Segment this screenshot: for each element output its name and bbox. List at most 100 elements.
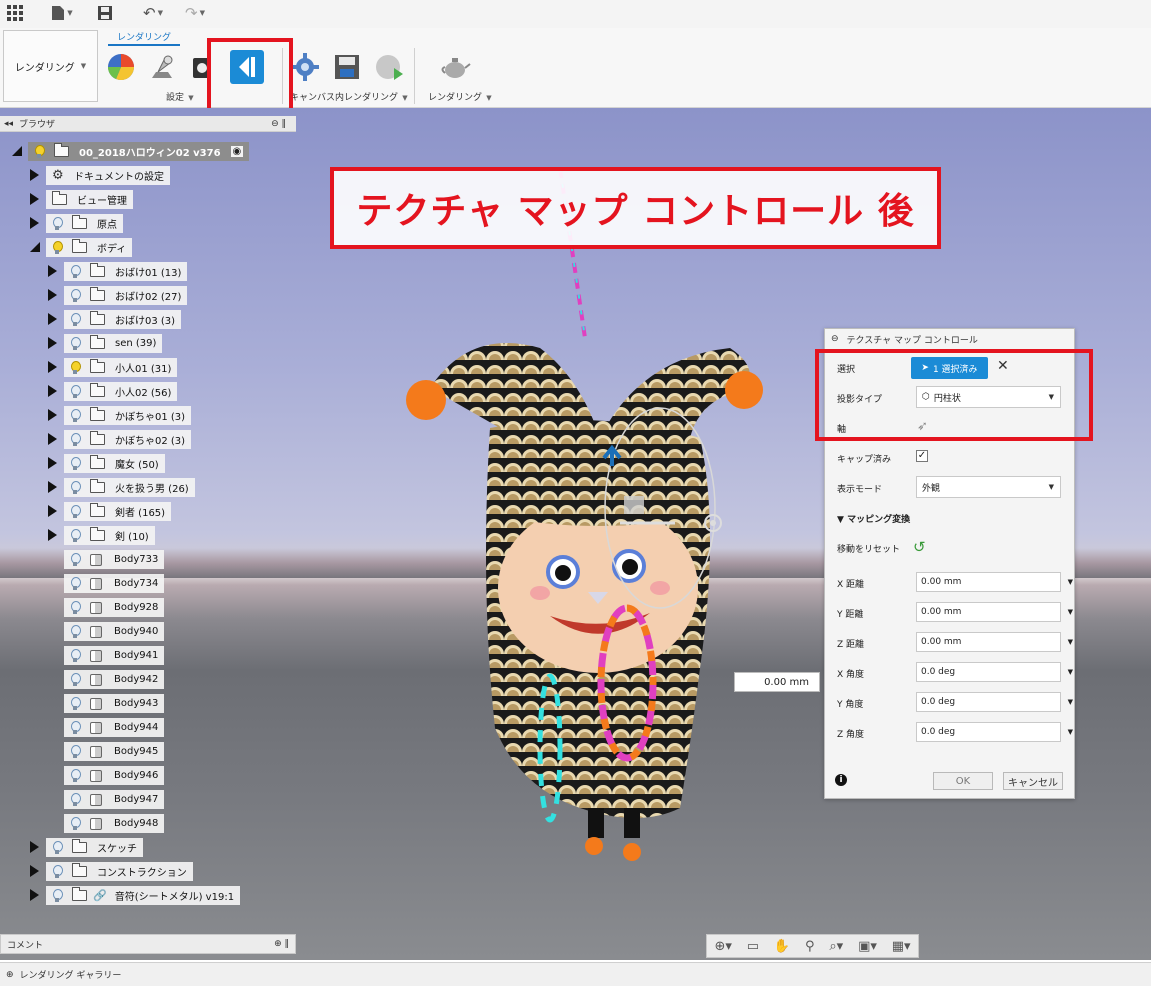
tree-doc-settings[interactable]: ⚙ ドキュメントの設定 xyxy=(0,166,296,185)
collapse-triangle-icon[interactable] xyxy=(30,242,40,252)
app-grid-icon[interactable] xyxy=(6,4,24,22)
visibility-bulb-icon[interactable] xyxy=(52,864,63,879)
tree-view-mgmt[interactable]: ビュー管理 xyxy=(0,190,296,209)
tree-folder-node[interactable]: おばけ03 (3) xyxy=(64,310,182,329)
tree-folder-node[interactable]: 魔女 (50) xyxy=(64,454,165,473)
visibility-bulb-icon[interactable] xyxy=(70,336,81,351)
activate-radio-icon[interactable]: ◉ xyxy=(230,146,244,157)
expand-triangle-icon[interactable] xyxy=(48,457,57,469)
save-icon[interactable] xyxy=(96,4,114,22)
tree-folder-node[interactable]: 小人01 (31) xyxy=(64,358,178,377)
transform-field-input[interactable]: 0.0 deg ▼ xyxy=(916,662,1073,682)
visibility-bulb-icon[interactable] xyxy=(70,696,81,711)
expand-triangle-icon[interactable] xyxy=(30,841,39,853)
tree-doc-settings-node[interactable]: ⚙ ドキュメントの設定 xyxy=(46,166,170,185)
redo-icon[interactable]: ↷ ▼ xyxy=(180,4,210,22)
browser-minimize-icon[interactable]: ⊖ ‖ xyxy=(271,119,286,129)
visibility-bulb-icon[interactable] xyxy=(52,840,63,855)
expand-triangle-icon[interactable] xyxy=(30,193,39,205)
fit-zoom-icon[interactable]: ⌕▾ xyxy=(829,939,843,954)
visibility-bulb-icon[interactable] xyxy=(70,720,81,735)
collapse-left-icon[interactable]: ◂◂ xyxy=(4,119,13,129)
settings-group-label[interactable]: 設定 ▼ xyxy=(166,90,194,103)
visibility-bulb-icon[interactable] xyxy=(70,576,81,591)
display-settings-icon[interactable]: ▣▾ xyxy=(858,939,877,954)
visibility-bulb-icon[interactable] xyxy=(70,408,81,423)
tree-body-item-node[interactable]: Body947 xyxy=(64,790,165,809)
visibility-bulb-icon[interactable] xyxy=(52,216,63,231)
visibility-bulb-icon[interactable] xyxy=(70,360,81,375)
expand-triangle-icon[interactable] xyxy=(48,385,57,397)
tree-folder[interactable]: 剣者 (165) xyxy=(0,502,296,521)
expand-triangle-icon[interactable] xyxy=(48,361,57,373)
tree-body-item-node[interactable]: Body733 xyxy=(64,550,165,569)
visibility-bulb-icon[interactable] xyxy=(70,288,81,303)
tree-body-item-node[interactable]: Body944 xyxy=(64,718,165,737)
tree-bodies[interactable]: ボディ xyxy=(0,238,296,257)
chevron-down-icon[interactable]: ▼ xyxy=(1068,608,1073,616)
tree-body-item-node[interactable]: Body946 xyxy=(64,766,165,785)
appearance-tool[interactable] xyxy=(104,50,138,84)
pan-hand-icon[interactable]: ✋ xyxy=(774,939,790,954)
visibility-bulb-icon[interactable] xyxy=(52,240,63,255)
visibility-bulb-icon[interactable] xyxy=(70,504,81,519)
tree-construction[interactable]: コンストラクション xyxy=(0,862,296,881)
tree-folder-node[interactable]: おばけ01 (13) xyxy=(64,262,188,281)
tree-body-item[interactable]: Body940 xyxy=(0,622,296,641)
tree-view-mgmt-node[interactable]: ビュー管理 xyxy=(46,190,133,209)
visibility-bulb-icon[interactable] xyxy=(70,480,81,495)
visibility-bulb-icon[interactable] xyxy=(70,672,81,687)
tree-body-item-node[interactable]: Body941 xyxy=(64,646,165,665)
tree-folder-node[interactable]: 小人02 (56) xyxy=(64,382,178,401)
visibility-bulb-icon[interactable] xyxy=(70,312,81,327)
tree-root-node[interactable]: 00_2018ハロウィン02 v376 ◉ xyxy=(28,142,250,161)
tree-body-item[interactable]: Body946 xyxy=(0,766,296,785)
tree-construction-node[interactable]: コンストラクション xyxy=(46,862,193,881)
scene-settings-tool[interactable] xyxy=(146,50,180,84)
tree-folder[interactable]: 剣 (10) xyxy=(0,526,296,545)
visibility-bulb-icon[interactable] xyxy=(70,552,81,567)
render-gallery-bar[interactable]: ⊕ レンダリング ギャラリー xyxy=(0,962,1151,986)
expand-triangle-icon[interactable] xyxy=(48,265,57,277)
chevron-down-icon[interactable]: ▼ xyxy=(1068,668,1073,676)
expand-triangle-icon[interactable] xyxy=(30,217,39,229)
tree-folder[interactable]: 小人01 (31) xyxy=(0,358,296,377)
render-settings-tool[interactable] xyxy=(288,50,322,84)
tree-sketch[interactable]: スケッチ xyxy=(0,838,296,857)
tree-folder[interactable]: かぼちゃ02 (3) xyxy=(0,430,296,449)
grid-settings-icon[interactable]: ▦▾ xyxy=(892,939,911,954)
tree-body-item-node[interactable]: Body928 xyxy=(64,598,165,617)
tree-folder-node[interactable]: 剣者 (165) xyxy=(64,502,172,521)
tree-body-item[interactable]: Body942 xyxy=(0,670,296,689)
visibility-bulb-icon[interactable] xyxy=(70,432,81,447)
chevron-down-icon[interactable]: ▼ xyxy=(1068,728,1073,736)
expand-triangle-icon[interactable] xyxy=(48,313,57,325)
tree-folder-node[interactable]: かぼちゃ02 (3) xyxy=(64,430,192,449)
display-mode-select[interactable]: 外観 ▼ xyxy=(916,476,1061,498)
tree-folder-node[interactable]: 剣 (10) xyxy=(64,526,155,545)
tree-origin[interactable]: 原点 xyxy=(0,214,296,233)
render-group-label[interactable]: レンダリング ▼ xyxy=(428,90,492,103)
tree-folder[interactable]: おばけ03 (3) xyxy=(0,310,296,329)
visibility-bulb-icon[interactable] xyxy=(70,648,81,663)
tree-folder[interactable]: おばけ02 (27) xyxy=(0,286,296,305)
tree-folder[interactable]: 火を扱う男 (26) xyxy=(0,478,296,497)
tree-body-item-node[interactable]: Body945 xyxy=(64,742,165,761)
visibility-bulb-icon[interactable] xyxy=(34,144,45,159)
transform-field-input[interactable]: 0.0 deg ▼ xyxy=(916,722,1073,742)
tree-folder-node[interactable]: かぼちゃ01 (3) xyxy=(64,406,192,425)
visibility-bulb-icon[interactable] xyxy=(70,528,81,543)
transform-field-input[interactable]: 0.00 mm ▼ xyxy=(916,602,1073,622)
info-icon[interactable]: i xyxy=(835,774,847,786)
comment-add-icon[interactable]: ⊕ ‖ xyxy=(274,939,289,949)
chevron-down-icon[interactable]: ▼ xyxy=(1068,698,1073,706)
tree-linked-component-node[interactable]: 🔗 音符(シートメタル) v19:1 xyxy=(46,886,241,905)
workspace-switcher[interactable]: レンダリング ▼ xyxy=(3,30,98,102)
visibility-bulb-icon[interactable] xyxy=(52,888,63,903)
visibility-bulb-icon[interactable] xyxy=(70,384,81,399)
tree-folder-node[interactable]: 火を扱う男 (26) xyxy=(64,478,195,497)
expand-triangle-icon[interactable] xyxy=(48,481,57,493)
expand-triangle-icon[interactable] xyxy=(48,409,57,421)
zoom-icon[interactable]: ⚲ xyxy=(805,939,815,954)
tree-body-item-node[interactable]: Body734 xyxy=(64,574,165,593)
